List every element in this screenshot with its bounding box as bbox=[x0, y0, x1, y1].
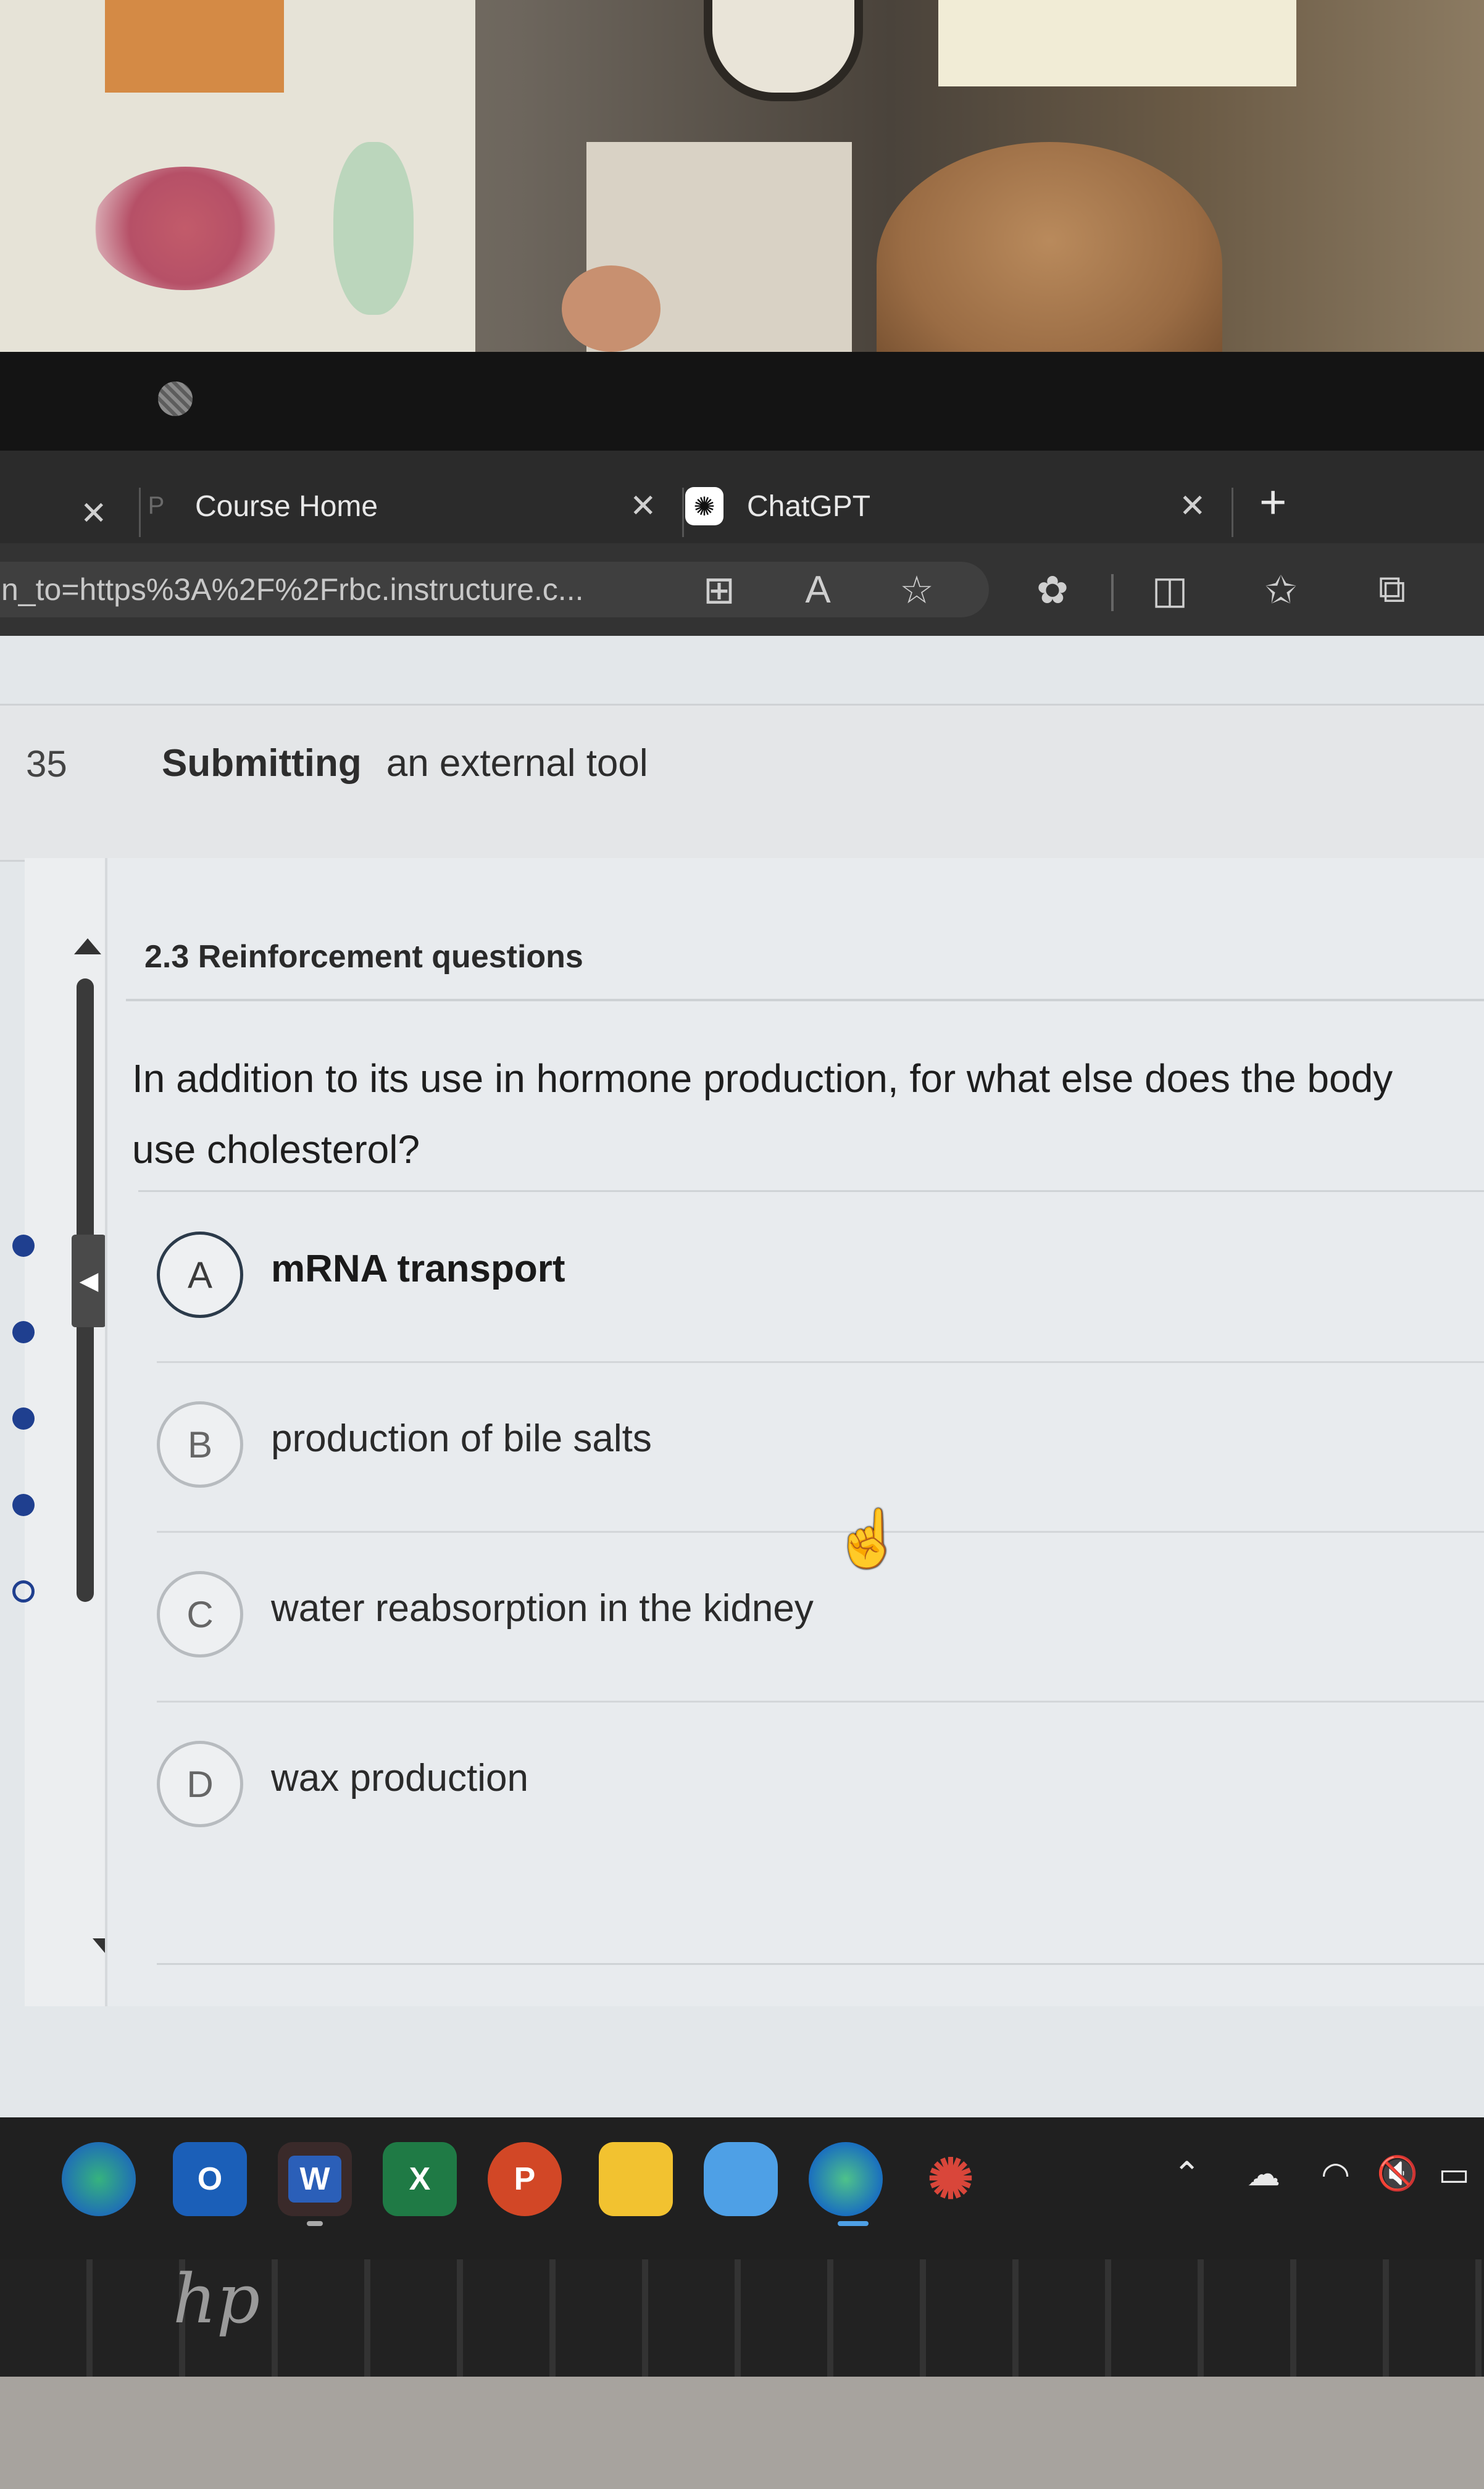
divider bbox=[157, 1361, 1484, 1363]
file-explorer-icon[interactable] bbox=[599, 2142, 673, 2216]
divider bbox=[157, 1531, 1484, 1533]
page-title: Submitting an external tool bbox=[162, 741, 648, 785]
battery-icon[interactable]: ▭ bbox=[1438, 2154, 1470, 2193]
question-text: In addition to its use in hormone produc… bbox=[132, 1056, 1393, 1172]
wifi-icon[interactable]: ◠ bbox=[1321, 2154, 1350, 2193]
favorites-list-icon[interactable]: ✩ bbox=[1253, 562, 1309, 617]
room-background bbox=[0, 0, 1484, 352]
progress-dot[interactable] bbox=[12, 1321, 35, 1343]
page-title-rest: an external tool bbox=[386, 742, 648, 785]
option-letter: D bbox=[157, 1741, 243, 1827]
toolbar-separator bbox=[1111, 574, 1114, 611]
palm-rest bbox=[0, 2377, 1484, 2489]
edge-profile-icon[interactable] bbox=[62, 2142, 136, 2216]
close-icon[interactable]: ✕ bbox=[630, 488, 657, 525]
question-card: 2.3 Reinforcement questions In addition … bbox=[105, 858, 1484, 2006]
active-indicator bbox=[838, 2221, 869, 2226]
poster-illustration bbox=[93, 167, 278, 290]
option-a[interactable]: A mRNA transport bbox=[157, 1204, 1453, 1327]
tab-separator bbox=[1232, 488, 1233, 537]
snipping-icon[interactable]: ✺ bbox=[914, 2142, 988, 2216]
page-title-bold: Submitting bbox=[162, 742, 362, 785]
canvas-p-icon: P bbox=[148, 492, 165, 519]
close-icon[interactable]: ✕ bbox=[80, 495, 107, 532]
extensions-icon[interactable]: ✿ bbox=[1025, 562, 1080, 617]
address-bar: n_to=https%3A%2F%2Frbc.instructure.c... … bbox=[0, 543, 1484, 636]
read-aloud-icon[interactable]: A bbox=[790, 562, 846, 617]
outlook-icon[interactable]: O bbox=[173, 2142, 247, 2216]
outlook-glyph: O bbox=[197, 2161, 223, 2197]
option-label: water reabsorption in the kidney bbox=[271, 1587, 814, 1630]
hand bbox=[562, 265, 661, 352]
page-number: 35 bbox=[26, 743, 67, 785]
wall-clock bbox=[704, 0, 863, 101]
split-screen-icon[interactable]: ◫ bbox=[1142, 562, 1198, 617]
tab-chatgpt[interactable]: ✺ ChatGPT ✕ bbox=[685, 475, 1228, 537]
section-title: 2.3 Reinforcement questions bbox=[144, 939, 583, 975]
poster-illustration-2 bbox=[333, 142, 414, 315]
divider bbox=[157, 1701, 1484, 1703]
tab-course-home[interactable]: P Course Home ✕ bbox=[142, 475, 679, 537]
poster bbox=[105, 0, 284, 93]
divider bbox=[157, 1963, 1484, 1965]
option-label: wax production bbox=[271, 1757, 529, 1799]
chevron-up-icon[interactable]: ⌃ bbox=[1173, 2154, 1201, 2193]
progress-dot[interactable] bbox=[12, 1494, 35, 1516]
option-letter: B bbox=[157, 1401, 243, 1488]
taskbar: O W X P ✺ ⌃ ☁ ◠ 🔇 ▭ bbox=[0, 2117, 1484, 2259]
screen: ✕ P Course Home ✕ ✺ ChatGPT ✕ + n_to=htt… bbox=[0, 451, 1484, 2117]
collections-icon[interactable]: ⧉ bbox=[1364, 562, 1420, 617]
speaker-muted-icon[interactable]: 🔇 bbox=[1377, 2154, 1418, 2193]
option-label: production of bile salts bbox=[271, 1417, 652, 1460]
close-icon[interactable]: ✕ bbox=[1179, 488, 1206, 525]
option-c[interactable]: C water reabsorption in the kidney bbox=[157, 1543, 1453, 1667]
word-icon[interactable]: W bbox=[278, 2142, 352, 2216]
webcam-cover bbox=[158, 381, 193, 416]
progress-dot[interactable] bbox=[12, 1235, 35, 1257]
tab-title: Course Home bbox=[195, 490, 378, 523]
hand-cursor-icon: ☝ bbox=[833, 1508, 903, 1570]
powerpoint-icon[interactable]: P bbox=[488, 2142, 562, 2216]
active-indicator bbox=[307, 2221, 323, 2226]
progress-dot[interactable] bbox=[12, 1407, 35, 1430]
progress-dot[interactable] bbox=[12, 1580, 35, 1603]
new-tab-icon[interactable]: + bbox=[1259, 475, 1286, 529]
option-label: mRNA transport bbox=[271, 1248, 565, 1290]
edge-work-icon[interactable] bbox=[809, 2142, 883, 2216]
tab-separator bbox=[139, 488, 141, 537]
word-glyph: W bbox=[288, 2156, 341, 2203]
excel-glyph: X bbox=[409, 2161, 431, 2197]
tab-title: ChatGPT bbox=[747, 490, 871, 523]
divider bbox=[138, 1190, 1484, 1192]
powerpoint-glyph: P bbox=[514, 2161, 536, 2197]
scroll-up-arrow[interactable] bbox=[74, 938, 101, 954]
page-header: 35 Submitting an external tool bbox=[0, 704, 1484, 862]
person-head bbox=[877, 142, 1222, 352]
tab-separator bbox=[682, 488, 684, 537]
option-b[interactable]: B production of bile salts bbox=[157, 1374, 1453, 1497]
tab-strip: ✕ P Course Home ✕ ✺ ChatGPT ✕ + bbox=[0, 451, 1484, 543]
option-letter: C bbox=[157, 1571, 243, 1657]
favorite-star-icon[interactable]: ☆ bbox=[889, 562, 944, 617]
chatgpt-icon: ✺ bbox=[685, 487, 723, 525]
option-letter: A bbox=[157, 1232, 243, 1318]
collapse-panel-button[interactable]: ◀ bbox=[72, 1235, 106, 1327]
divider bbox=[126, 999, 1484, 1001]
onedrive-icon[interactable] bbox=[704, 2142, 778, 2216]
excel-icon[interactable]: X bbox=[383, 2142, 457, 2216]
window-light bbox=[938, 0, 1296, 86]
quiz-panel: ◀ 2.3 Reinforcement questions In additio… bbox=[12, 858, 1484, 2006]
hp-logo: hp bbox=[173, 2259, 261, 2338]
web-page: 35 Submitting an external tool ◀ 2.3 Rein… bbox=[0, 636, 1484, 2117]
option-d[interactable]: D wax production bbox=[157, 1713, 1453, 1837]
cloud-icon[interactable]: ☁ bbox=[1247, 2154, 1280, 2193]
app-grid-icon[interactable]: ⊞ bbox=[691, 562, 747, 617]
